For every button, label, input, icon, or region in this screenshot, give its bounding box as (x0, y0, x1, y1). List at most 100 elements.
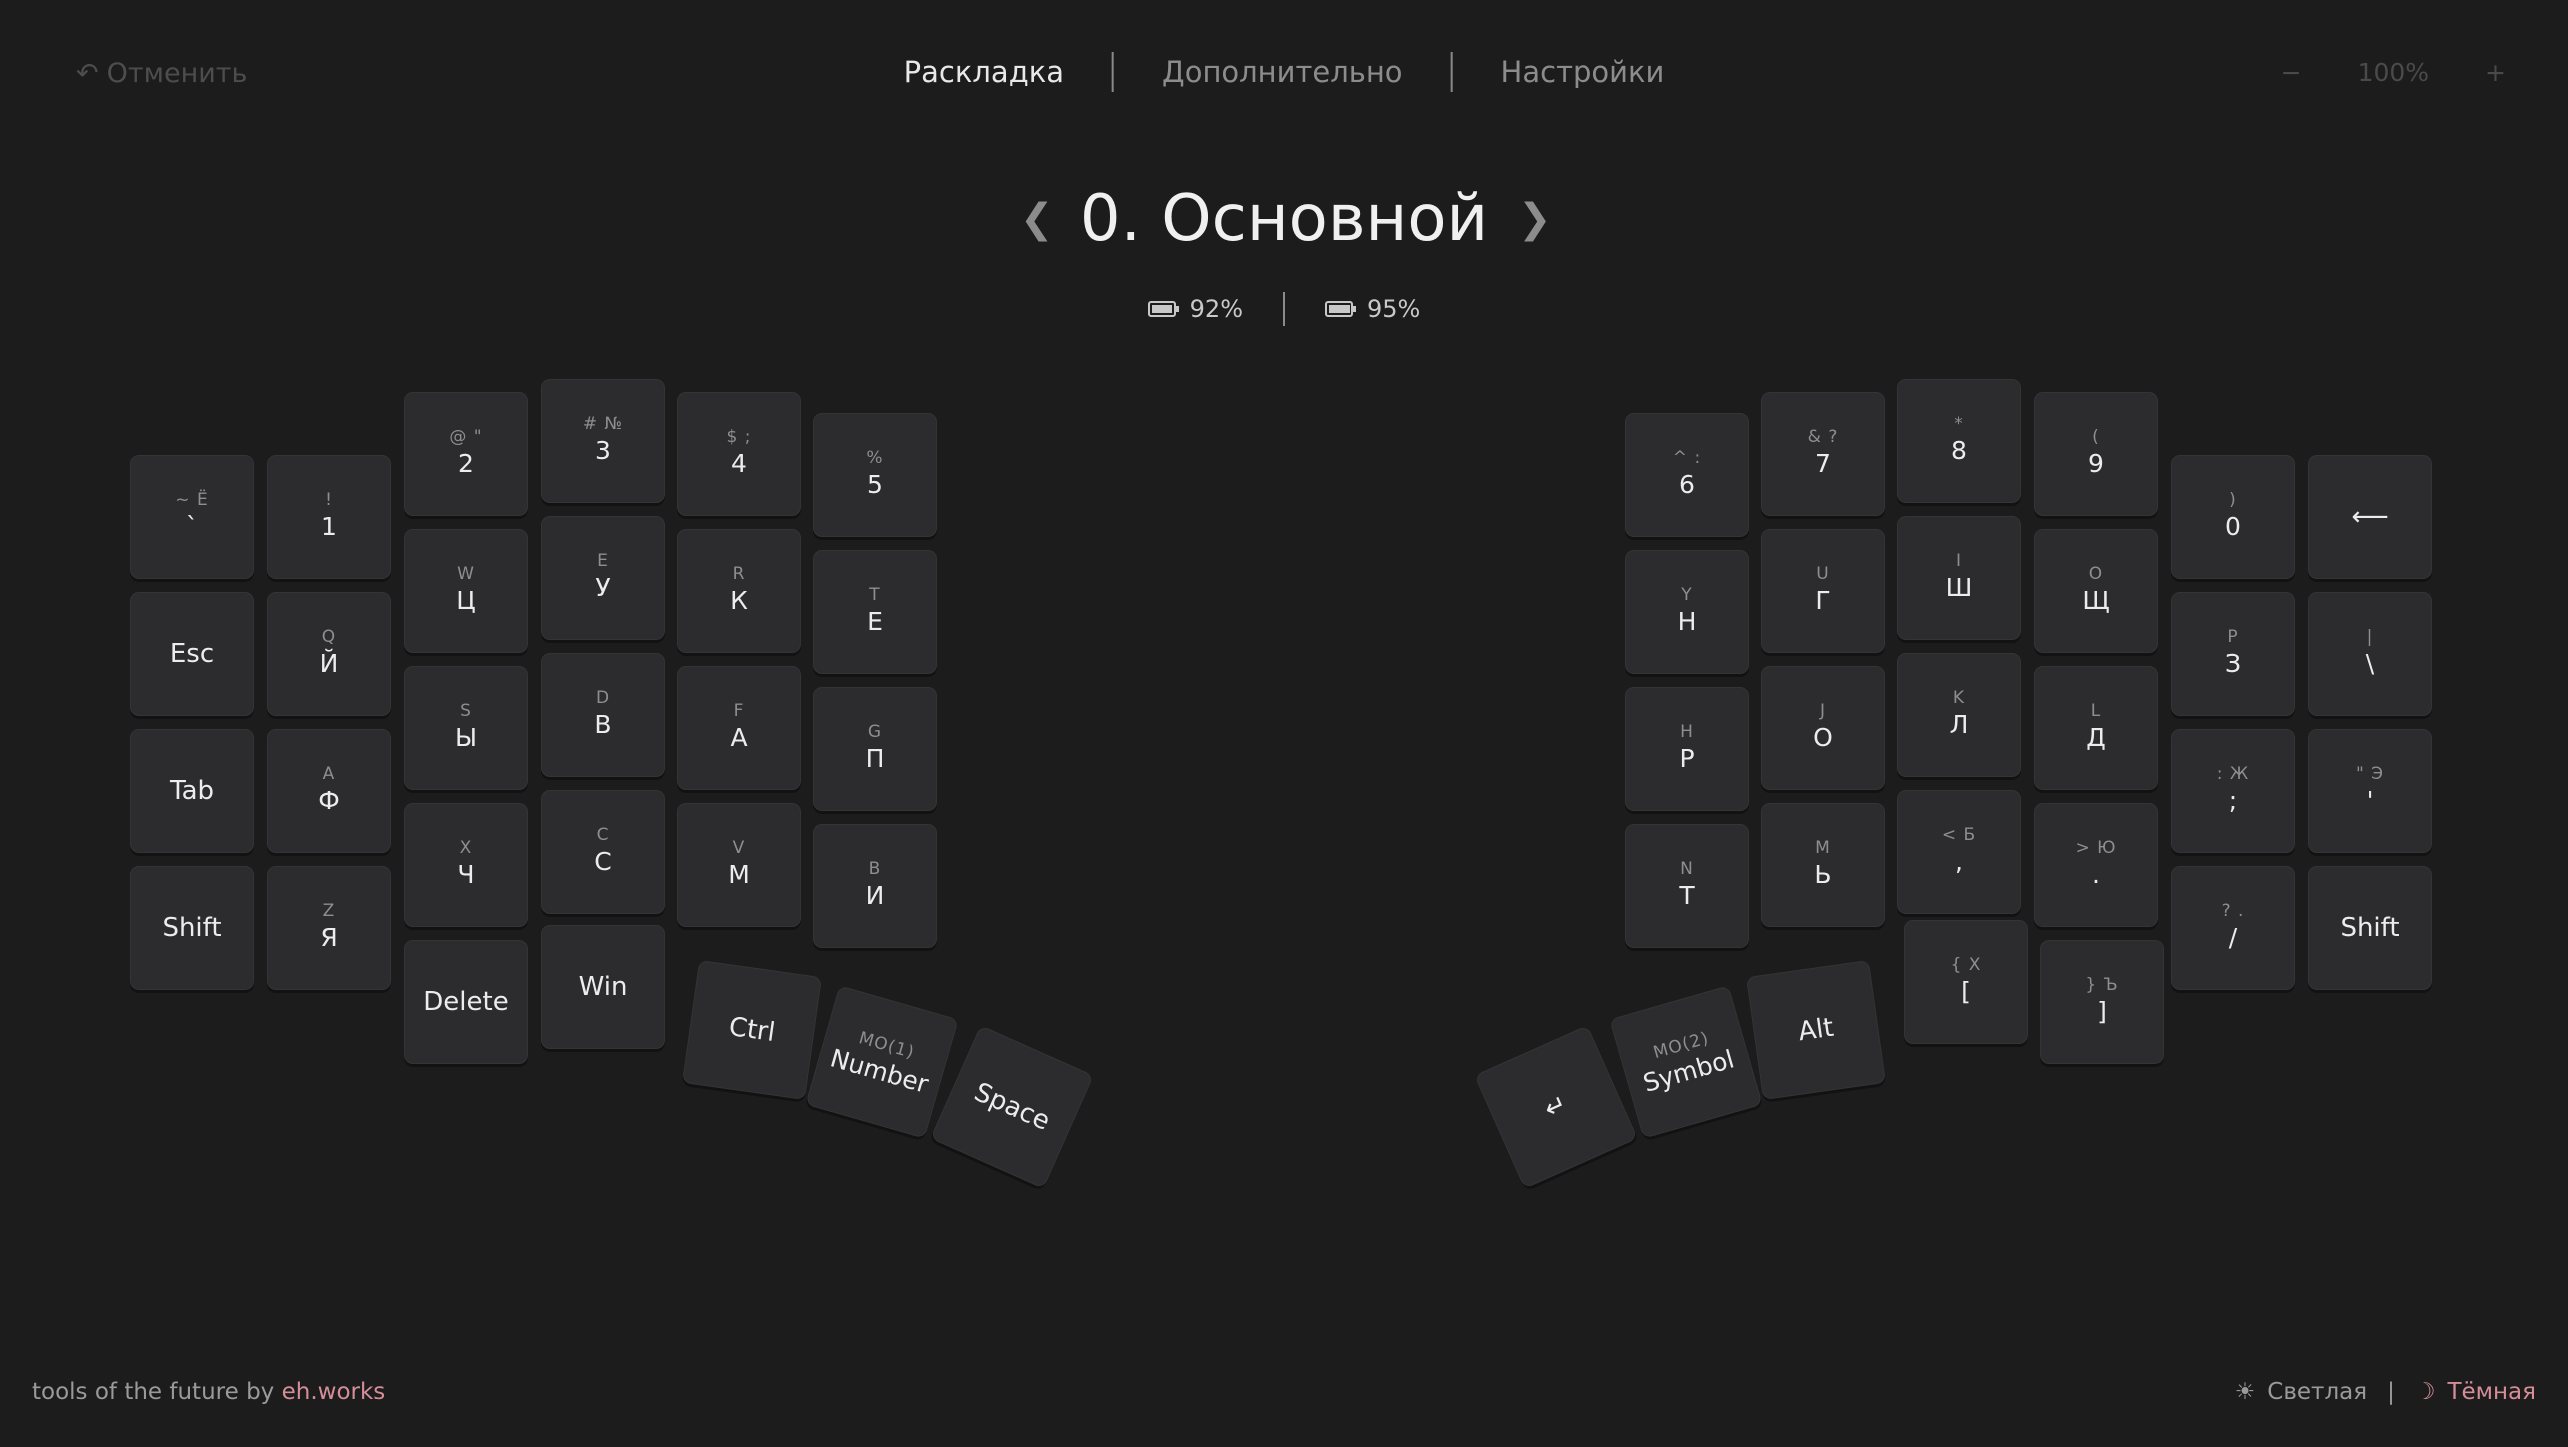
key-rk-period[interactable]: > Ю. (2034, 803, 2158, 927)
key-rk-k[interactable]: KЛ (1897, 653, 2021, 777)
key-lk-x[interactable]: XЧ (404, 803, 528, 927)
key-lk-s[interactable]: SЫ (404, 666, 528, 790)
key-main-label: Win (578, 972, 628, 1002)
theme-dark-option[interactable]: Тёмная (2447, 1379, 2536, 1405)
key-rk-h[interactable]: HР (1625, 687, 1749, 811)
key-lk-ctrl[interactable]: Ctrl (681, 959, 823, 1101)
key-rk-lbracket[interactable]: { Х[ (1904, 920, 2028, 1044)
key-lk-space[interactable]: Space (930, 1025, 1094, 1189)
key-shift-label: " Э (2355, 764, 2385, 784)
key-lk-w[interactable]: WЦ (404, 529, 528, 653)
key-shift-label: X (459, 838, 473, 858)
key-lk-c[interactable]: CС (541, 790, 665, 914)
key-lk-e[interactable]: EУ (541, 516, 665, 640)
key-main-label: О (1813, 723, 1833, 752)
key-rk-symbol[interactable]: MO(2) Symbol (1609, 985, 1763, 1139)
key-lk-4[interactable]: $ ; 4 (677, 392, 801, 516)
key-lk-grave[interactable]: ~ Ё ` (130, 455, 254, 579)
key-main-label: С (594, 847, 612, 876)
key-main-label: ⟵ (2351, 502, 2389, 532)
key-rk-0[interactable]: ) 0 (2171, 455, 2295, 579)
key-lk-d[interactable]: DВ (541, 653, 665, 777)
key-lk-a[interactable]: AФ (267, 729, 391, 853)
key-shift-label: Y (1681, 585, 1693, 605)
key-rk-shift[interactable]: Shift (2308, 866, 2432, 990)
key-main-label: Shift (2340, 913, 2400, 943)
key-main-label: 2 (458, 449, 474, 478)
key-main-label: Space (969, 1077, 1055, 1137)
key-main-label: Н (1677, 607, 1697, 636)
key-shift-label: ^ : (1672, 448, 1702, 468)
key-lk-tab[interactable]: Tab (130, 729, 254, 853)
key-main-label: Alt (1796, 1012, 1836, 1048)
key-lk-q[interactable]: QЙ (267, 592, 391, 716)
key-lk-shift[interactable]: Shift (130, 866, 254, 990)
key-shift-label: U (1816, 564, 1830, 584)
eh-works-link[interactable]: eh.works (282, 1379, 386, 1405)
key-rk-semicolon[interactable]: : Ж; (2171, 729, 2295, 853)
key-rk-slash[interactable]: ? . / (2171, 866, 2295, 990)
key-rk-9[interactable]: (9 (2034, 392, 2158, 516)
key-main-label: 9 (2088, 449, 2104, 478)
key-rk-8[interactable]: * 8 (1897, 379, 2021, 503)
key-main-label: У (595, 573, 611, 602)
key-rk-backspace[interactable]: ⟵ (2308, 455, 2432, 579)
key-rk-n[interactable]: NТ (1625, 824, 1749, 948)
key-lk-r[interactable]: RК (677, 529, 801, 653)
key-lk-v[interactable]: VМ (677, 803, 801, 927)
key-rk-6[interactable]: ^ :6 (1625, 413, 1749, 537)
key-rk-alt[interactable]: Alt (1745, 959, 1887, 1101)
key-lk-win[interactable]: Win (541, 925, 665, 1049)
key-main-label: Tab (169, 776, 214, 806)
key-rk-7[interactable]: & ? 7 (1761, 392, 1885, 516)
key-lk-3[interactable]: # № 3 (541, 379, 665, 503)
key-lk-esc[interactable]: Esc (130, 592, 254, 716)
key-main-label: 1 (321, 512, 337, 541)
key-lk-2[interactable]: @ " 2 (404, 392, 528, 516)
key-shift-label: : Ж (2216, 764, 2250, 784)
key-lk-g[interactable]: GП (813, 687, 937, 811)
key-lk-1[interactable]: ! 1 (267, 455, 391, 579)
key-rk-m[interactable]: MЬ (1761, 803, 1885, 927)
key-rk-j[interactable]: JО (1761, 666, 1885, 790)
key-shift-label: S (460, 701, 472, 721)
key-lk-number[interactable]: MO(1) Number (805, 985, 959, 1139)
key-shift-label: O (2088, 564, 2104, 584)
key-main-label: 6 (1679, 470, 1695, 499)
key-shift-label: $ ; (726, 427, 752, 447)
key-shift-label: K (1952, 688, 1966, 708)
key-rk-enter[interactable]: ↵ (1474, 1025, 1638, 1189)
key-shift-label: # № (582, 414, 624, 434)
key-shift-label: ( (2092, 427, 2100, 447)
key-main-label: А (730, 723, 748, 752)
key-shift-label: | (2366, 627, 2374, 647)
key-lk-z[interactable]: ZЯ (267, 866, 391, 990)
key-rk-i[interactable]: IШ (1897, 516, 2021, 640)
key-shift-label: ) (2229, 490, 2237, 510)
theme-divider: | (2387, 1379, 2395, 1405)
key-rk-p[interactable]: PЗ (2171, 592, 2295, 716)
key-shift-label: I (1955, 551, 1962, 571)
key-lk-5[interactable]: % 5 (813, 413, 937, 537)
key-rk-quote[interactable]: " Э ' (2308, 729, 2432, 853)
theme-light-option[interactable]: Светлая (2267, 1379, 2367, 1405)
key-main-label: Ctrl (726, 1011, 777, 1049)
key-lk-f[interactable]: FА (677, 666, 801, 790)
key-rk-l[interactable]: LД (2034, 666, 2158, 790)
key-rk-y[interactable]: YН (1625, 550, 1749, 674)
key-rk-rbracket[interactable]: } Ъ] (2040, 940, 2164, 1064)
key-rk-bslash[interactable]: | \ (2308, 592, 2432, 716)
key-main-label: П (865, 744, 885, 773)
key-rk-o[interactable]: OЩ (2034, 529, 2158, 653)
sun-icon: ☀ (2234, 1379, 2256, 1405)
key-rk-comma[interactable]: < Б, (1897, 790, 2021, 914)
key-rk-u[interactable]: UГ (1761, 529, 1885, 653)
key-shift-label: C (596, 825, 610, 845)
key-shift-label: F (733, 701, 745, 721)
key-shift-label: * (1954, 414, 1964, 434)
key-lk-delete[interactable]: Delete (404, 940, 528, 1064)
key-main-label: ' (2366, 786, 2374, 815)
key-lk-t[interactable]: TЕ (813, 550, 937, 674)
key-lk-b[interactable]: BИ (813, 824, 937, 948)
key-shift-label: A (322, 764, 336, 784)
